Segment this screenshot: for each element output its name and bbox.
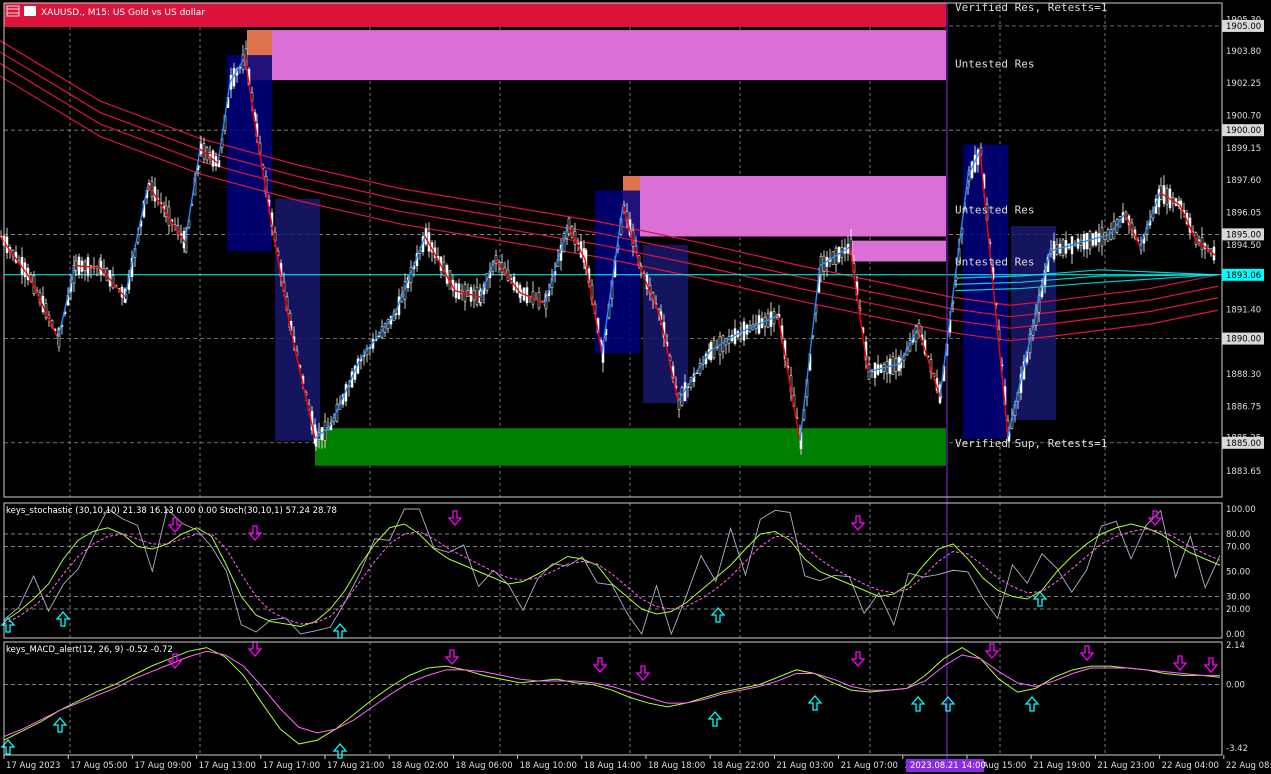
macd-label: keys_MACD_alert(12, 26, 9) -0.52 -0.72	[6, 645, 173, 655]
time-label: 21 Aug 23:00	[1097, 761, 1154, 771]
time-label: 17 Aug 13:00	[199, 761, 256, 771]
time-label: 18 Aug 14:00	[584, 761, 641, 771]
stoch-tick: 100.00	[1226, 505, 1256, 515]
price-tick: 1883.65	[1226, 467, 1261, 477]
price-badge-label: 1895.00	[1226, 230, 1261, 240]
symbol-flag-icon	[24, 6, 36, 16]
impulse-box	[643, 244, 688, 404]
price-tick: 1899.15	[1226, 144, 1261, 154]
price-tick: 1900.70	[1226, 112, 1261, 122]
chart-symbol-title: XAUUSD., M15: US Gold vs US dollar	[41, 8, 205, 18]
price-badge-label: 1885.00	[1226, 439, 1261, 449]
price-badge-label: 1905.00	[1226, 22, 1261, 32]
stoch-tick: 0.00	[1226, 630, 1245, 640]
price-badge-label: 1890.00	[1226, 335, 1261, 345]
time-highlight-label: 2023.08.21 14:00	[910, 761, 986, 771]
time-label: 18 Aug 18:00	[648, 761, 705, 771]
stoch-tick: 70.00	[1226, 543, 1250, 553]
macd-tick: 0.00	[1226, 681, 1245, 691]
price-tick: 1902.25	[1226, 79, 1261, 89]
stochastic-label: keys_stochastic (30,10,10) 21.38 16.13 0…	[6, 506, 337, 516]
chart-background	[0, 0, 1271, 774]
time-label: 17 Aug 17:00	[263, 761, 320, 771]
trading-chart[interactable]: Verified Res, Retests=1Untested ResUntes…	[0, 0, 1271, 774]
macd-tick: -3.42	[1226, 744, 1248, 754]
time-label: 22 Aug 08:00	[1226, 761, 1271, 771]
impulse-box	[275, 198, 320, 441]
stoch-tick: 20.00	[1226, 605, 1250, 615]
sr-zone	[315, 428, 946, 466]
time-label: 17 Aug 2023	[6, 761, 60, 771]
time-label: 21 Aug 03:00	[776, 761, 833, 771]
stoch-tick: 50.00	[1226, 568, 1250, 578]
time-label: 18 Aug 22:00	[712, 761, 769, 771]
impulse-box	[595, 190, 640, 354]
time-label: 17 Aug 09:00	[134, 761, 191, 771]
macd-tick: 2.14	[1226, 641, 1245, 651]
sr-zone	[247, 30, 946, 81]
price-tick: 1891.40	[1226, 305, 1261, 315]
price-badge-label: 1900.00	[1226, 126, 1261, 136]
price-tick: 1903.80	[1226, 47, 1261, 57]
zone-label: Untested Res	[955, 57, 1034, 70]
price-tick: 1888.30	[1226, 370, 1261, 380]
price-tick: 1886.75	[1226, 402, 1261, 412]
stoch-tick: 80.00	[1226, 530, 1250, 540]
time-label: 21 Aug 19:00	[1033, 761, 1090, 771]
price-tick: 1894.50	[1226, 241, 1261, 251]
price-tick: 1896.05	[1226, 208, 1261, 218]
impulse-box	[963, 144, 1008, 439]
time-label: 17 Aug 05:00	[70, 761, 127, 771]
zone-label: Untested Res	[955, 255, 1034, 268]
price-tick: 1897.60	[1226, 176, 1261, 186]
zone-label: Untested Res	[955, 203, 1034, 216]
stoch-tick: 30.00	[1226, 593, 1250, 603]
zone-label: Verified Sup, Retests=1	[955, 437, 1107, 450]
time-label: 18 Aug 10:00	[520, 761, 577, 771]
time-label: 21 Aug 07:00	[841, 761, 898, 771]
time-label: 18 Aug 06:00	[455, 761, 512, 771]
sr-zone	[851, 240, 946, 262]
sr-zone	[623, 176, 946, 237]
time-label: 18 Aug 02:00	[391, 761, 448, 771]
price-badge-label: 1893.06	[1226, 271, 1261, 281]
time-label: 17 Aug 21:00	[327, 761, 384, 771]
time-label: 22 Aug 04:00	[1162, 761, 1219, 771]
